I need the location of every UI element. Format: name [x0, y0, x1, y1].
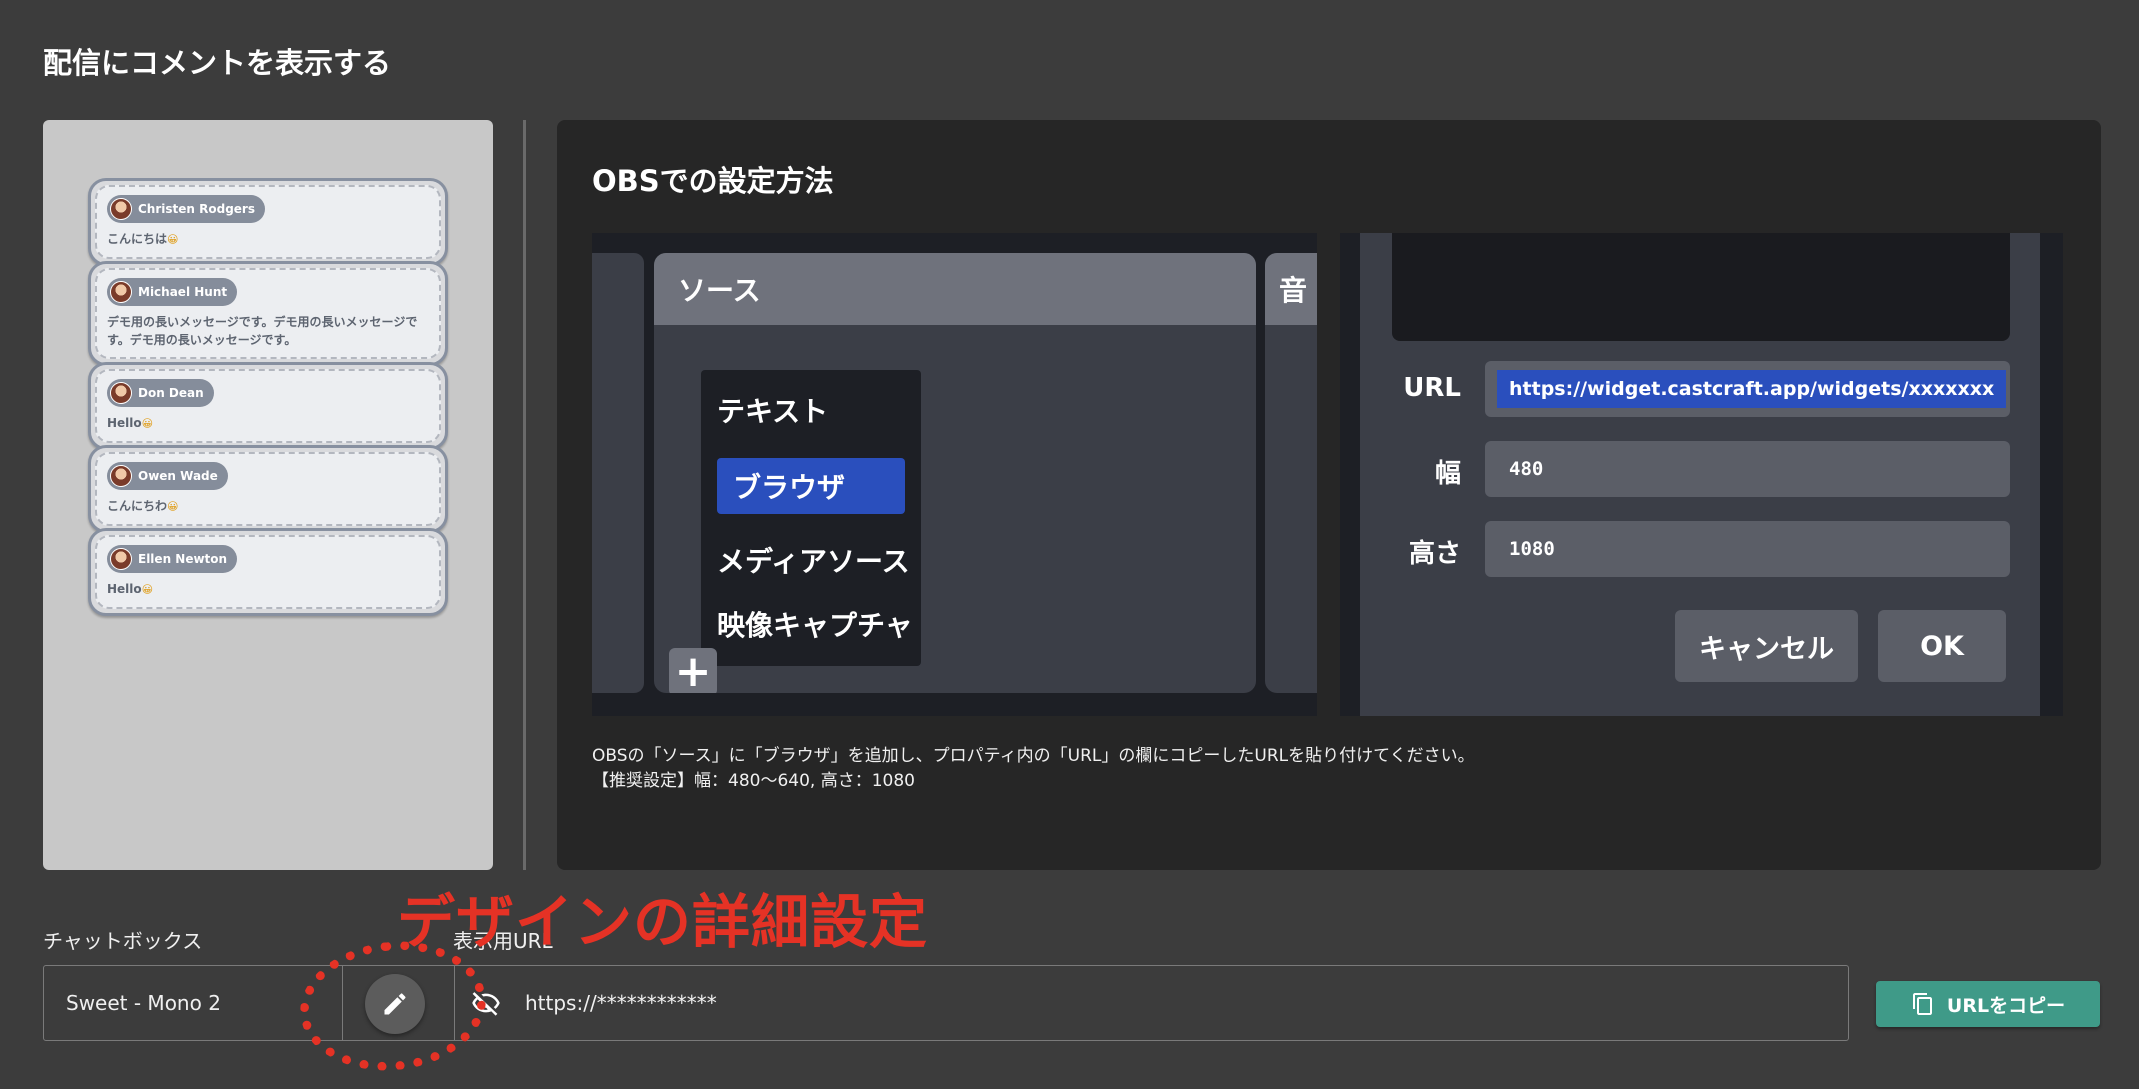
- obs-dock-left: [592, 253, 644, 693]
- add-source-plus-icon: +: [669, 648, 717, 693]
- commenter-name: Michael Hunt: [138, 285, 228, 299]
- commenter-name: Don Dean: [138, 386, 204, 400]
- comment-text: Hello: [107, 416, 142, 430]
- smile-emoji: 😀: [167, 233, 179, 246]
- commenter-tag: Christen Rodgers: [107, 195, 265, 223]
- properties-preview-screen: [1392, 233, 2010, 341]
- width-prop-field: 480: [1485, 441, 2010, 497]
- commenter-tag: Don Dean: [107, 379, 214, 407]
- comment-bubble: Christen Rodgers こんにちは😀: [88, 178, 448, 266]
- smile-emoji: 😀: [141, 417, 154, 430]
- commenter-name: Owen Wade: [138, 469, 218, 483]
- ok-button-illustration: OK: [1878, 610, 2006, 682]
- comment-bubble: Don Dean Hello😀: [88, 362, 448, 450]
- smile-emoji: 😀: [141, 583, 154, 596]
- obs-properties-illustration: URL https://widget.castcraft.app/widgets…: [1340, 233, 2063, 716]
- menu-item-media-source: メディアソース: [717, 545, 910, 578]
- obs-instructions-panel: OBSでの設定方法 ソース テキスト ブラウザ メディアソース 映像キャプチャ …: [557, 120, 2101, 870]
- comment-bubble: Owen Wade こんにちわ😀: [88, 445, 448, 533]
- comment-text: Hello: [107, 582, 142, 596]
- audio-header: 音: [1265, 253, 1317, 325]
- menu-item-text: テキスト: [717, 395, 829, 428]
- sources-header: ソース: [654, 253, 1256, 325]
- height-prop-label: 高さ: [1408, 539, 1461, 569]
- commenter-tag: Ellen Newton: [107, 545, 238, 573]
- comment-message: Hello😀: [107, 414, 429, 433]
- obs-description-line1: OBSの「ソース」に「ブラウザ」を追加し、プロパティ内の「URL」の欄にコピーし…: [592, 746, 1475, 766]
- obs-sources-illustration: ソース テキスト ブラウザ メディアソース 映像キャプチャ + 音: [592, 233, 1317, 716]
- commenter-name: Christen Rodgers: [138, 202, 255, 216]
- avatar: [110, 198, 132, 220]
- height-prop-field: 1080: [1485, 521, 2010, 577]
- chatbox-label: チャットボックス: [43, 929, 203, 953]
- commenter-tag: Michael Hunt: [107, 278, 238, 306]
- add-source-menu: テキスト ブラウザ メディアソース 映像キャプチャ: [701, 370, 921, 666]
- page-title: 配信にコメントを表示する: [43, 46, 392, 80]
- url-prop-value: https://widget.castcraft.app/widgets/xxx…: [1497, 370, 2007, 408]
- avatar: [110, 281, 132, 303]
- panel-divider: [523, 120, 526, 870]
- chatbox-select[interactable]: Sweet - Mono 2: [66, 966, 221, 1040]
- comment-message: Hello😀: [107, 580, 429, 599]
- url-prop-field: https://widget.castcraft.app/widgets/xxx…: [1485, 361, 2010, 417]
- commenter-name: Ellen Newton: [138, 552, 228, 566]
- smile-emoji: 😀: [167, 500, 179, 513]
- avatar: [110, 465, 132, 487]
- comment-message: こんにちわ😀: [107, 497, 429, 516]
- design-settings-annotation: デザインの詳細設定: [397, 888, 929, 956]
- menu-item-browser: ブラウザ: [717, 458, 905, 514]
- avatar: [110, 382, 132, 404]
- chat-preview: Christen Rodgers こんにちは😀 Michael Hunt デモ用…: [43, 120, 493, 870]
- properties-dialog: URL https://widget.castcraft.app/widgets…: [1360, 233, 2040, 716]
- comment-bubble: Michael Hunt デモ用の長いメッセージです。デモ用の長いメッセージです…: [88, 261, 448, 366]
- copy-url-label: URLをコピー: [1946, 994, 2066, 1017]
- obs-audio-dock: 音: [1265, 253, 1317, 693]
- cancel-button-illustration: キャンセル: [1675, 610, 1858, 682]
- obs-sources-dock: ソース テキスト ブラウザ メディアソース 映像キャプチャ +: [654, 253, 1256, 693]
- obs-description: OBSの「ソース」に「ブラウザ」を追加し、プロパティ内の「URL」の欄にコピーし…: [592, 744, 1475, 794]
- width-prop-label: 幅: [1434, 459, 1461, 489]
- comment-text: こんにちわ: [107, 499, 168, 513]
- copy-icon: [1912, 993, 1932, 1015]
- obs-description-line2: 【推奨設定】幅：480～640, 高さ：1080: [592, 771, 915, 791]
- display-url-value[interactable]: https://************: [525, 966, 717, 1040]
- menu-item-video-capture: 映像キャプチャ: [717, 609, 913, 642]
- commenter-tag: Owen Wade: [107, 462, 228, 490]
- comment-message: こんにちは😀: [107, 230, 429, 249]
- comment-message: デモ用の長いメッセージです。デモ用の長いメッセージです。デモ用の長いメッセージで…: [107, 315, 418, 347]
- copy-url-button[interactable]: URLをコピー: [1876, 981, 2100, 1027]
- url-prop-label: URL: [1403, 373, 1461, 403]
- avatar: [110, 548, 132, 570]
- comment-bubble: Ellen Newton Hello😀: [88, 528, 448, 616]
- comment-text: こんにちは: [107, 232, 168, 246]
- obs-title: OBSでの設定方法: [592, 164, 834, 198]
